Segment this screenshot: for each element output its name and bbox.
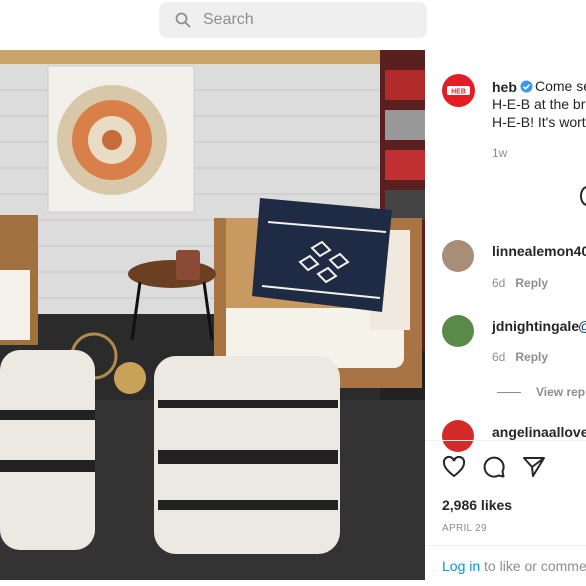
heb-avatar[interactable]: HEB: [442, 74, 475, 107]
search-icon: [175, 12, 191, 28]
footer-divider: [425, 545, 586, 546]
login-rest-text: to like or comme: [480, 558, 586, 574]
search-input[interactable]: [203, 2, 413, 38]
comment-meta-2: 6d Reply: [492, 350, 548, 364]
post-date: APRIL 29: [442, 523, 487, 534]
svg-text:HEB: HEB: [451, 89, 466, 96]
comment-mention-2[interactable]: @: [578, 317, 586, 335]
post-author[interactable]: heb: [492, 79, 517, 95]
comment-avatar-3[interactable]: [442, 420, 474, 452]
post-side-panel: HEB heb Come se H-E-B at the br H-E-B! I…: [425, 50, 586, 586]
comment-user-2[interactable]: jdnightingale: [492, 318, 579, 334]
options-button[interactable]: [580, 186, 586, 206]
reply-button-2[interactable]: Reply: [515, 350, 548, 364]
comment-time-2: 6d: [492, 350, 506, 364]
caption-line-1: Come se: [535, 78, 586, 94]
store-display-photo: [0, 50, 425, 580]
reply-button-1[interactable]: Reply: [515, 276, 548, 290]
login-link[interactable]: Log in: [442, 558, 480, 574]
heart-icon[interactable]: [442, 455, 466, 479]
actions-divider: [425, 440, 586, 441]
comment-user-1[interactable]: linnealemon40: [492, 243, 586, 259]
comment-time-1: 6d: [492, 276, 506, 290]
caption-line-3: H-E-B! It's wort: [492, 114, 586, 130]
bottom-strip: [0, 580, 425, 586]
post-image[interactable]: [0, 50, 425, 580]
view-replies-line: [497, 392, 521, 393]
caption-line-2: H-E-B at the br: [492, 96, 586, 112]
comment-avatar-2[interactable]: [442, 315, 474, 347]
comment-avatar-1[interactable]: [442, 240, 474, 272]
top-bar: [0, 0, 586, 50]
share-icon[interactable]: [522, 455, 546, 479]
post-time: 1w: [492, 146, 508, 160]
comment-meta-1: 6d Reply: [492, 276, 548, 290]
view-replies-button[interactable]: View repl: [536, 385, 586, 399]
login-prompt: Log in to like or comme: [442, 558, 586, 574]
comment-icon[interactable]: [482, 455, 506, 479]
search-box[interactable]: [159, 2, 427, 38]
verified-icon: [520, 80, 533, 93]
likes-count[interactable]: 2,986 likes: [442, 497, 512, 513]
comment-user-3[interactable]: angelinaallover: [492, 424, 586, 440]
